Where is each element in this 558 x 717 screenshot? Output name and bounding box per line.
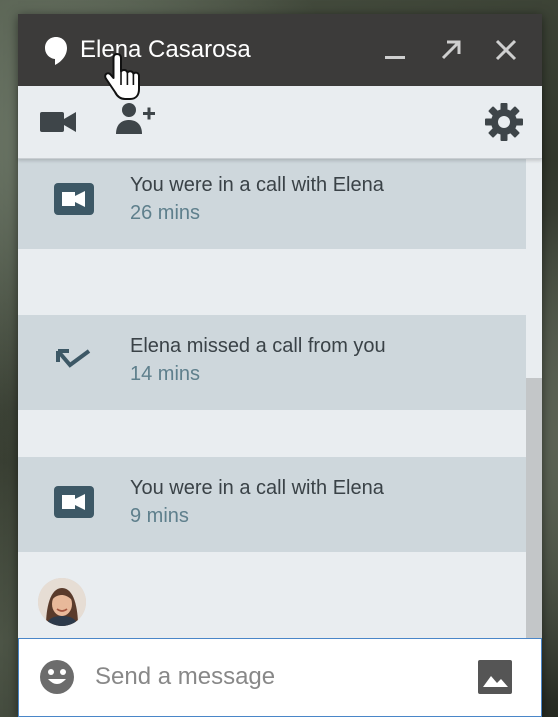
call-event-duration: 9 mins — [130, 505, 189, 527]
hand-pointer-cursor-icon — [104, 53, 140, 100]
scrollbar[interactable] — [526, 158, 542, 638]
call-event-duration: 26 mins — [130, 202, 201, 224]
call-event-title: Elena missed a call from you — [130, 335, 386, 357]
message-composer — [18, 638, 542, 717]
conversation-toolbar — [18, 86, 542, 159]
video-camera-icon[interactable] — [40, 110, 76, 134]
call-event-card: Elena missed a call from you 14 mins — [18, 315, 526, 410]
message-input[interactable] — [95, 659, 455, 695]
gear-icon[interactable] — [484, 102, 524, 142]
missed-call-icon — [56, 349, 91, 368]
pop-out-icon[interactable] — [437, 36, 465, 64]
video-camera-icon — [54, 183, 94, 215]
hangouts-icon — [45, 37, 67, 65]
image-icon[interactable] — [477, 659, 513, 695]
call-event-card: You were in a call with Elena 26 mins — [18, 158, 526, 249]
avatar[interactable] — [38, 578, 86, 626]
call-event-title: You were in a call with Elena — [130, 174, 384, 196]
call-event-title: You were in a call with Elena — [130, 477, 384, 499]
call-event-duration: 14 mins — [130, 363, 201, 385]
scrollbar-thumb[interactable] — [526, 378, 542, 638]
chat-window: Elena Casarosa You were in a call with E… — [18, 14, 542, 717]
minimize-icon[interactable] — [382, 36, 410, 64]
emoji-icon[interactable] — [39, 659, 75, 695]
close-icon[interactable] — [492, 36, 520, 64]
title-bar: Elena Casarosa — [18, 14, 542, 86]
person-add-icon[interactable] — [116, 102, 156, 136]
contact-photo — [38, 578, 86, 626]
message-list[interactable]: You were in a call with Elena 26 mins El… — [18, 158, 542, 638]
call-event-card: You were in a call with Elena 9 mins — [18, 457, 526, 552]
video-camera-icon — [54, 486, 94, 518]
